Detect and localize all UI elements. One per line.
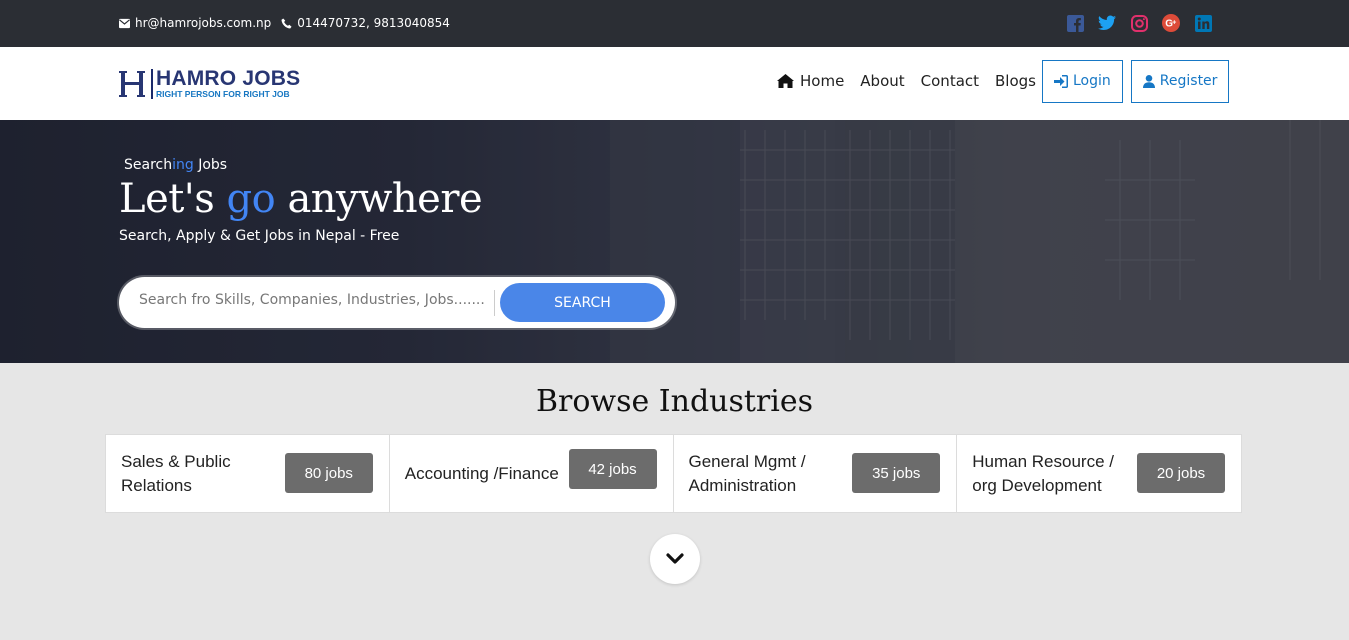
home-icon xyxy=(777,74,794,88)
sign-in-icon xyxy=(1054,74,1068,88)
main-nav: Home About Contact Blogs Login Register xyxy=(777,59,1237,103)
linkedin-icon[interactable] xyxy=(1194,14,1212,32)
instagram-icon[interactable] xyxy=(1130,14,1148,32)
browse-industries-title: Browse Industries xyxy=(535,384,814,419)
industry-card[interactable]: Accounting /Finance 42 jobs xyxy=(390,435,674,512)
nav-blogs[interactable]: Blogs xyxy=(995,72,1036,90)
chevron-down-icon xyxy=(666,553,684,564)
logo-text: HAMRO JOBS RIGHT PERSON FOR RIGHT JOB xyxy=(151,67,301,99)
logo-tagline: RIGHT PERSON FOR RIGHT JOB xyxy=(156,89,290,99)
hero-title: Let's go anywhere xyxy=(119,176,483,222)
register-button[interactable]: Register xyxy=(1130,59,1230,103)
facebook-icon[interactable] xyxy=(1066,14,1084,32)
industry-name: Human Resource / org Development xyxy=(972,451,1114,495)
logo-h-mark xyxy=(119,71,145,97)
top-bar: hr@hamrojobs.com.np 014470732, 981304085… xyxy=(0,0,1349,47)
envelope-icon xyxy=(119,18,130,28)
user-icon xyxy=(1142,74,1155,88)
hero-tagline: Search, Apply & Get Jobs in Nepal - Free xyxy=(119,228,400,244)
job-count-badge[interactable]: 20 jobs xyxy=(1137,453,1225,493)
nav-about[interactable]: About xyxy=(860,72,904,90)
logo-name: HAMRO JOBS xyxy=(156,67,301,90)
hero-title-a: Let's xyxy=(119,176,227,222)
contact-info: hr@hamrojobs.com.np 014470732, 981304085… xyxy=(119,16,450,30)
nav-contact[interactable]: Contact xyxy=(921,72,979,90)
twitter-icon[interactable] xyxy=(1098,14,1116,32)
svg-text:+: + xyxy=(1172,20,1176,27)
google-plus-icon[interactable]: G + xyxy=(1162,14,1180,32)
hero-title-c: anywhere xyxy=(275,176,483,222)
hero-subtitle-b: ing xyxy=(172,157,194,173)
search-bar: SEARCH xyxy=(119,277,675,328)
job-count-badge[interactable]: 35 jobs xyxy=(852,453,941,493)
industry-name: General Mgmt / Administration xyxy=(688,451,806,495)
industry-card[interactable]: Human Resource / org Development 20 jobs xyxy=(957,435,1241,512)
register-label: Register xyxy=(1159,73,1218,89)
industry-name: Accounting /Finance xyxy=(404,463,559,483)
industry-card[interactable]: Sales & Public Relations 80 jobs xyxy=(106,435,390,512)
scroll-down-button[interactable] xyxy=(650,534,700,584)
hero-subtitle-a: Search xyxy=(124,157,173,173)
login-button[interactable]: Login xyxy=(1042,59,1123,103)
hero-subtitle: Searching Jobs xyxy=(124,157,227,173)
search-button[interactable]: SEARCH xyxy=(500,283,665,322)
navbar: HAMRO JOBS RIGHT PERSON FOR RIGHT JOB Ho… xyxy=(0,47,1349,120)
industry-name: Sales & Public Relations xyxy=(121,451,231,495)
contact-phone[interactable]: 014470732, 9813040854 xyxy=(297,16,450,30)
job-count-badge[interactable]: 42 jobs xyxy=(568,449,657,489)
social-links: G + xyxy=(1066,14,1212,32)
hero-subtitle-c: Jobs xyxy=(193,157,228,173)
industry-card[interactable]: General Mgmt / Administration 35 jobs xyxy=(674,435,958,512)
search-input[interactable] xyxy=(139,292,499,308)
industry-cards: Sales & Public Relations 80 jobs Account… xyxy=(105,434,1242,513)
nav-home-label: Home xyxy=(800,72,845,90)
hero-banner: Searching Jobs Let's go anywhere Search,… xyxy=(0,120,1349,363)
job-count-badge[interactable]: 80 jobs xyxy=(284,453,373,493)
phone-icon xyxy=(281,17,292,29)
nav-home[interactable]: Home xyxy=(777,72,844,90)
search-divider xyxy=(494,290,495,316)
contact-email[interactable]: hr@hamrojobs.com.np xyxy=(135,16,271,30)
logo[interactable]: HAMRO JOBS RIGHT PERSON FOR RIGHT JOB xyxy=(119,67,301,99)
login-label: Login xyxy=(1073,73,1111,89)
hero-title-b: go xyxy=(226,176,276,222)
